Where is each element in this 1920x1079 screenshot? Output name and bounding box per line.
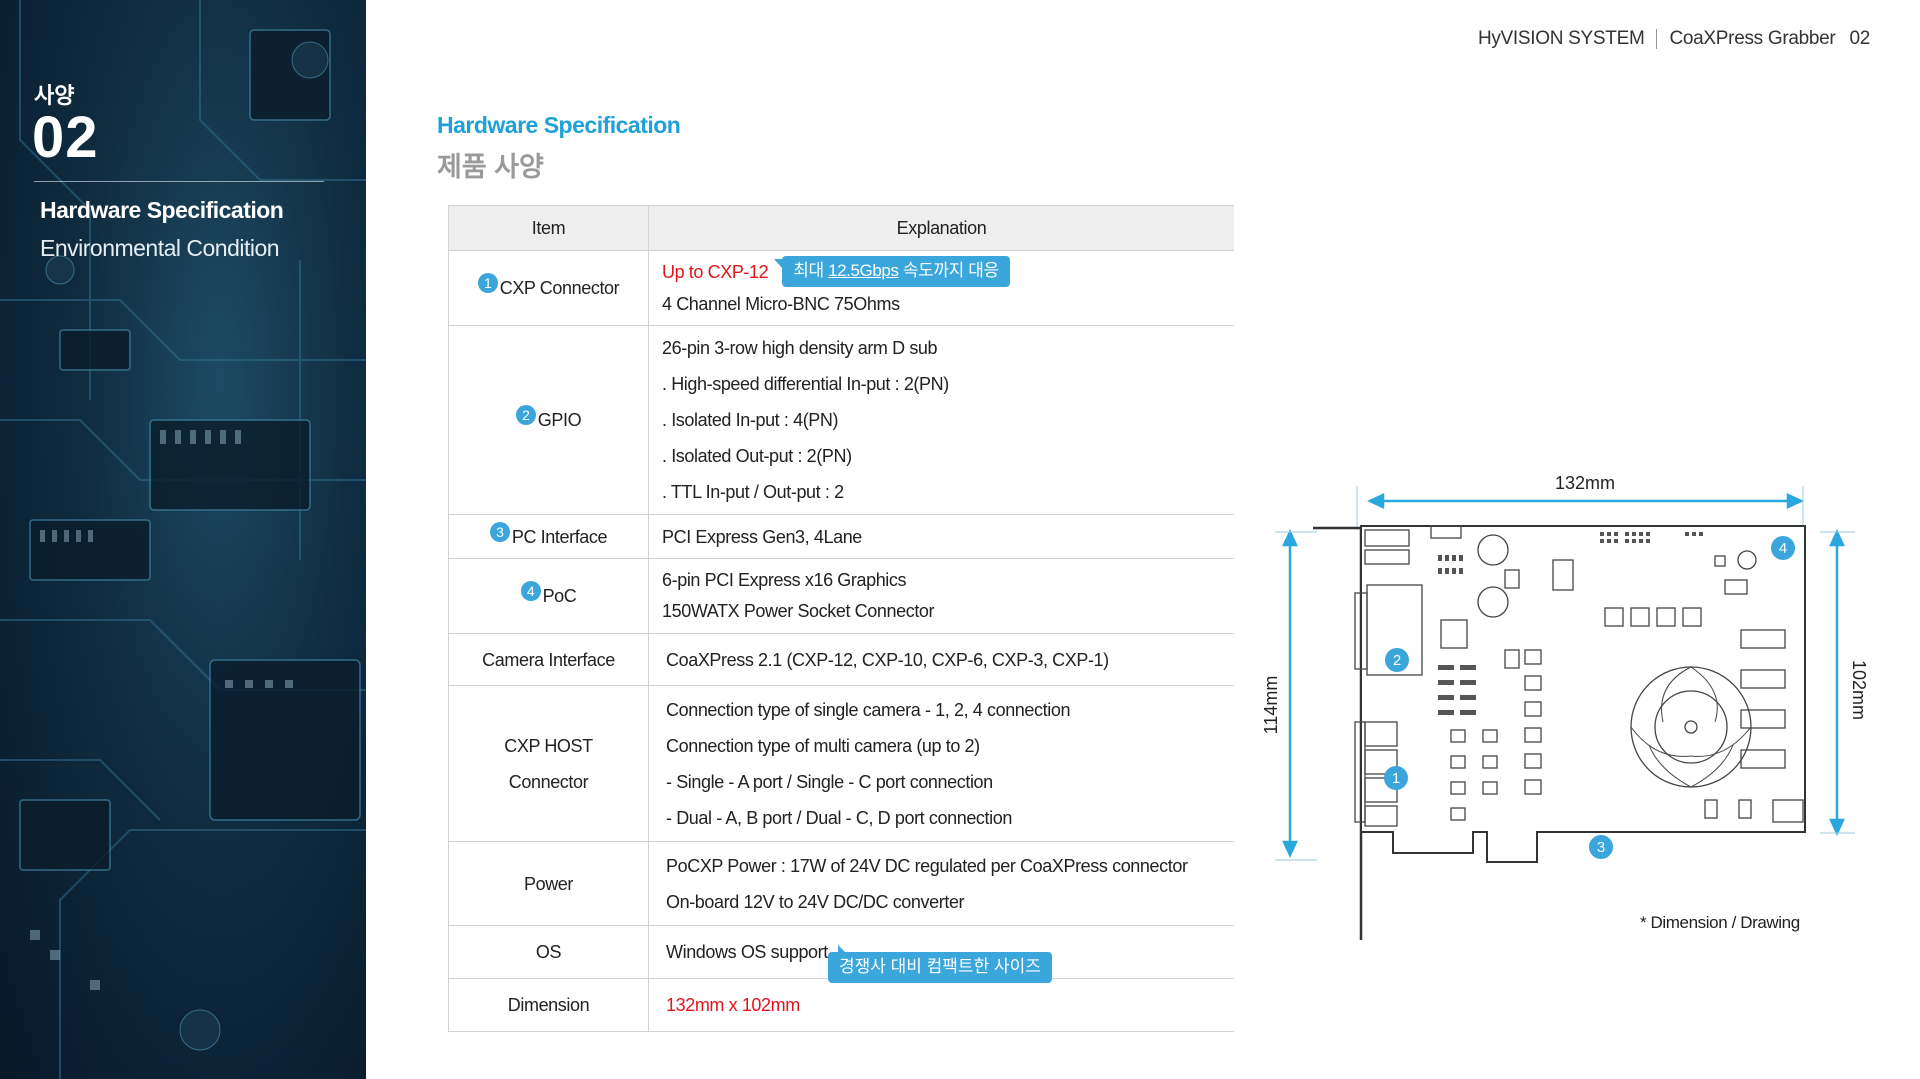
row-item-cell: Dimension <box>448 978 649 1032</box>
page-header: HyVISION SYSTEM CoaXPress Grabber 02 <box>1478 28 1870 50</box>
table-row: 3 PC Interface PCI Express Gen3, 4Lane <box>448 514 1234 559</box>
row-item-cell: CXP HOST Connector <box>448 685 649 842</box>
row-explanation-cell: PCI Express Gen3, 4Lane <box>648 514 1234 559</box>
row-item-cell: OS <box>448 925 649 979</box>
marker-2: 2 <box>1393 652 1401 669</box>
row-explanation-cell: Connection type of single camera - 1, 2,… <box>648 685 1234 842</box>
marker-3: 3 <box>1597 839 1605 856</box>
section-number: 02 <box>32 105 99 170</box>
explanation-line: PoCXP Power : 17W of 24V DC regulated pe… <box>666 855 1188 876</box>
explanation-line: PCI Express Gen3, 4Lane <box>662 526 862 547</box>
column-header-explanation: Explanation <box>648 205 1234 251</box>
page-number: 02 <box>1849 28 1870 49</box>
row-item-label: OS <box>535 942 562 962</box>
row-item-label: Dimension <box>507 995 590 1015</box>
sidebar-divider <box>34 181 324 182</box>
table-row: Dimension 132mm x 102mm <box>448 978 1234 1032</box>
row-explanation-cell: 132mm x 102mm <box>648 978 1234 1032</box>
explanation-line: . Isolated In-put : 4(PN) <box>662 410 839 430</box>
table-row: CXP HOST Connector Connection type of si… <box>448 685 1234 842</box>
marker-badge: 4 <box>520 581 541 601</box>
speed-callout: 최대 12.5Gbps 속도까지 대응 <box>774 255 1010 287</box>
table-header-row: Item Explanation <box>448 205 1234 251</box>
sidebar-item-hardware-specification[interactable]: Hardware Specification <box>40 197 284 224</box>
explanation-line: . High-speed differential In-put : 2(PN) <box>662 374 949 394</box>
row-item-cell: 3 PC Interface <box>448 514 649 559</box>
row-item-label: PoC <box>542 586 577 606</box>
row-item-label: GPIO <box>537 410 582 430</box>
drawing-note: * Dimension / Drawing <box>1640 913 1800 932</box>
marker-badge: 2 <box>515 405 536 425</box>
height-label: 114mm <box>1261 676 1281 735</box>
explanation-line: 4 Channel Micro-BNC 75Ohms <box>662 293 900 314</box>
header-divider <box>1656 29 1658 49</box>
table-row: 1 CXP Connector Up to CXP-12 최대 12.5Gbps 속… <box>448 250 1234 326</box>
row-explanation-cell: 26-pin 3-row high density arm D sub . Hi… <box>648 325 1234 515</box>
marker-1: 1 <box>1392 770 1400 787</box>
board-dimension-drawing: 132mm 114mm 102mm 1 2 3 4 <box>1261 473 1869 940</box>
explanation-line: - Single - A port / Single - C port conn… <box>666 771 993 792</box>
row-item-cell: 2 GPIO <box>448 325 649 515</box>
explanation-line: . TTL In-put / Out-put : 2 <box>662 482 844 502</box>
row-explanation-cell: 6-pin PCI Express x16 Graphics 150WATX P… <box>648 558 1234 634</box>
callout-text: 속도까지 대응 <box>898 260 999 280</box>
dimension-value: 132mm x 102mm <box>666 995 800 1015</box>
page-subtitle-korean: 제품 사양 <box>437 152 544 182</box>
sidebar-item-environmental-condition[interactable]: Environmental Condition <box>40 235 280 262</box>
explanation-line: . Isolated Out-put : 2(PN) <box>662 446 852 466</box>
table-row: 4 PoC 6-pin PCI Express x16 Graphics 150W… <box>448 558 1234 634</box>
explanation-line: CoaXPress 2.1 (CXP-12, CXP-10, CXP-6, CX… <box>666 649 1109 670</box>
brand-name: HyVISION SYSTEM <box>1477 28 1645 49</box>
row-explanation-cell: CoaXPress 2.1 (CXP-12, CXP-10, CXP-6, CX… <box>648 633 1234 686</box>
explanation-line: - Dual - A, B port / Dual - C, D port co… <box>666 807 1012 828</box>
row-item-cell: Power <box>448 841 649 926</box>
width-label: 132mm <box>1555 473 1615 493</box>
row-item-cell: Camera Interface <box>448 633 649 686</box>
table-row: Power PoCXP Power : 17W of 24V DC regula… <box>448 841 1234 926</box>
column-header-item: Item <box>448 205 649 251</box>
callout-text: 최대 <box>793 260 829 280</box>
product-name: CoaXPress Grabber <box>1669 28 1836 49</box>
explanation-line: Up to CXP-12 최대 12.5Gbps 속도까지 대응 <box>662 255 1234 289</box>
compact-size-callout: 경쟁사 대비 컴팩트한 사이즈 <box>828 945 1052 983</box>
explanation-line: 150WATX Power Socket Connector <box>662 601 935 621</box>
sidebar: 사양 02 Hardware Specification Environment… <box>0 0 366 1079</box>
row-item-cell: 1 CXP Connector <box>448 250 649 326</box>
row-item-label: CXP Connector <box>499 278 620 298</box>
marker-badge: 1 <box>477 273 498 293</box>
row-item-label: Camera Interface <box>482 649 615 670</box>
row-explanation-cell: Up to CXP-12 최대 12.5Gbps 속도까지 대응 4 Channe… <box>648 250 1234 326</box>
table-row: Camera Interface CoaXPress 2.1 (CXP-12, … <box>448 633 1234 686</box>
explanation-line: Connection type of multi camera (up to 2… <box>666 735 980 756</box>
page-title: Hardware Specification <box>437 112 681 138</box>
table-row: 2 GPIO 26-pin 3-row high density arm D su… <box>448 325 1234 515</box>
highlight-text: Up to CXP-12 <box>662 261 769 282</box>
explanation-line: 6-pin PCI Express x16 Graphics <box>662 570 907 590</box>
row-item-cell: 4 PoC <box>448 558 649 634</box>
marker-4: 4 <box>1779 540 1787 557</box>
row-item-label: PC Interface <box>511 526 608 547</box>
explanation-line: On-board 12V to 24V DC/DC converter <box>666 891 965 912</box>
callout-underlined-text: 12.5Gbps <box>828 260 899 280</box>
board-height-label: 102mm <box>1849 660 1869 720</box>
explanation-line: Connection type of single camera - 1, 2,… <box>666 699 1071 720</box>
row-item-label: Connector <box>508 771 589 792</box>
explanation-line: 26-pin 3-row high density arm D sub <box>662 338 938 358</box>
row-item-label: Power <box>523 873 574 894</box>
row-explanation-cell: PoCXP Power : 17W of 24V DC regulated pe… <box>648 841 1234 926</box>
row-item-label: CXP HOST <box>504 735 593 756</box>
spec-table: Item Explanation 1 CXP Connector Up to CX… <box>448 205 1234 1032</box>
marker-badge: 3 <box>489 521 510 542</box>
